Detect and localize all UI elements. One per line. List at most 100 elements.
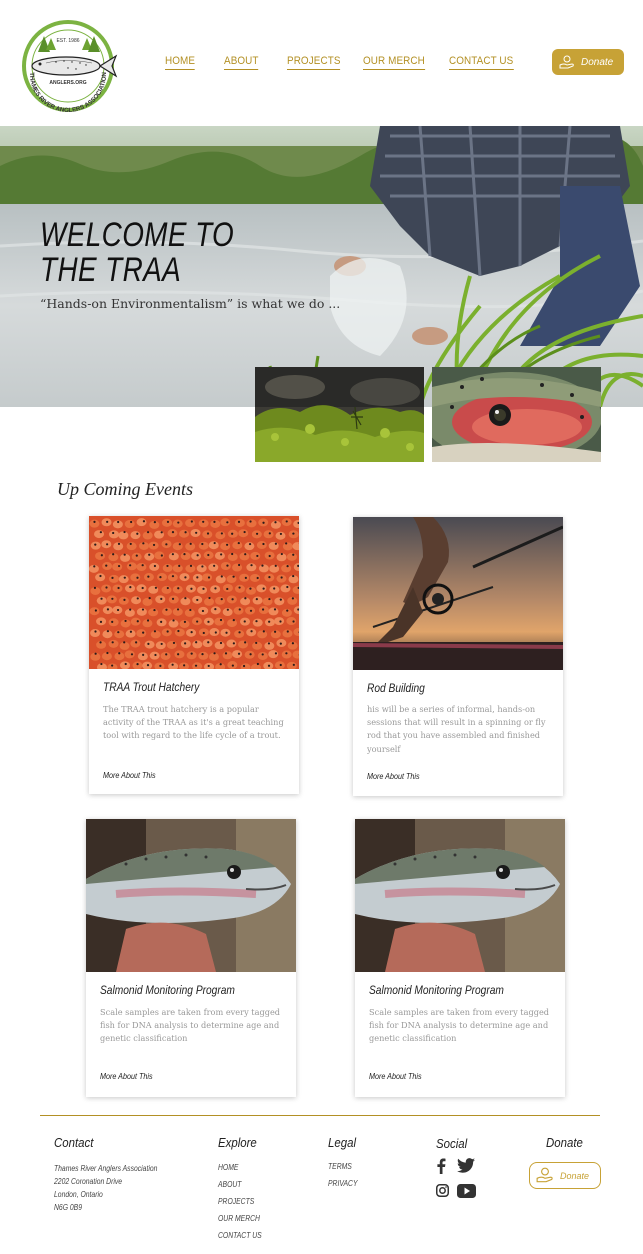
egg-eye-texture — [112, 531, 115, 535]
egg-eye-texture — [106, 543, 109, 546]
egg-texture — [238, 529, 249, 538]
twitter-icon[interactable] — [457, 1158, 475, 1173]
donate-label: Donate — [560, 1170, 590, 1181]
egg-eye-texture — [214, 608, 217, 611]
egg-texture — [257, 630, 268, 639]
egg-texture — [281, 564, 292, 573]
egg-texture — [144, 640, 155, 649]
egg-texture — [148, 585, 159, 594]
egg-eye-texture — [262, 521, 265, 524]
nav-projects[interactable]: PROJECTS — [287, 55, 341, 70]
more-about-link[interactable]: More About This — [103, 771, 156, 780]
egg-eye-texture — [117, 586, 120, 590]
egg-eye-texture — [238, 631, 241, 634]
facebook-icon[interactable] — [436, 1158, 446, 1174]
egg-eye-texture — [285, 542, 288, 545]
egg-texture — [269, 585, 280, 594]
event-card-salmonid-monitoring-1[interactable]: Salmonid Monitoring Program Scale sample… — [86, 819, 296, 1097]
footer-link-home[interactable]: HOME — [218, 1163, 238, 1172]
egg-eye-texture — [166, 564, 169, 568]
egg-eye-texture — [220, 553, 223, 556]
nav-our-merch[interactable]: OUR MERCH — [363, 55, 425, 70]
egg-eye-texture — [292, 574, 295, 578]
egg-eye-texture — [183, 553, 186, 556]
egg-eye-texture — [267, 664, 271, 667]
egg-eye-texture — [202, 631, 205, 635]
egg-eye-texture — [171, 597, 175, 600]
egg-texture — [198, 541, 209, 550]
egg-eye-texture — [112, 553, 115, 556]
more-about-link[interactable]: More About This — [369, 1072, 422, 1081]
egg-eye-texture — [176, 608, 180, 611]
egg-eye-texture — [279, 620, 282, 623]
egg-eye-texture — [273, 608, 277, 611]
egg-eye-texture — [178, 543, 181, 546]
more-about-link[interactable]: More About This — [100, 1072, 153, 1081]
egg-eye-texture — [206, 532, 210, 535]
egg-texture — [186, 651, 197, 660]
egg-eye-texture — [94, 652, 97, 655]
egg-eye-texture — [184, 642, 187, 645]
egg-eye-texture — [146, 664, 150, 667]
header-donate-button[interactable]: Donate — [552, 49, 624, 75]
egg-eye-texture — [262, 630, 265, 633]
moss-thumbnail[interactable] — [255, 367, 424, 462]
egg-texture — [112, 584, 123, 593]
egg-texture — [268, 541, 279, 550]
egg-eye-texture — [219, 618, 223, 622]
more-about-link[interactable]: More About This — [367, 772, 420, 781]
event-card-trout-hatchery[interactable]: TRAA Trout Hatchery The TRAA trout hatch… — [89, 516, 299, 794]
egg-eye-texture — [243, 620, 246, 623]
trout-thumbnail[interactable] — [432, 367, 601, 462]
egg-eye-texture — [219, 663, 222, 666]
egg-eye-texture — [202, 587, 205, 590]
egg-texture — [90, 629, 101, 638]
traa-logo[interactable]: EST. 1986 ANGLERS.ORG THAMES RIVER ANGLE… — [16, 18, 120, 114]
youtube-icon[interactable] — [457, 1184, 476, 1198]
footer-link-privacy[interactable]: PRIVACY — [328, 1179, 357, 1188]
egg-eye-texture — [189, 542, 192, 545]
egg-eye-texture — [136, 620, 139, 623]
footer-link-projects[interactable]: PROJECTS — [218, 1197, 254, 1206]
egg-eye-texture — [142, 520, 146, 523]
svg-text:ANGLERS.ORG: ANGLERS.ORG — [49, 80, 86, 86]
nav-contact-us[interactable]: CONTACT US — [449, 55, 514, 70]
egg-eye-texture — [136, 597, 139, 600]
egg-eye-texture — [129, 630, 133, 633]
egg-eye-texture — [93, 520, 96, 523]
egg-texture — [234, 518, 245, 527]
egg-eye-texture — [249, 653, 252, 656]
egg-eye-texture — [214, 587, 217, 590]
egg-eye-texture — [237, 520, 241, 523]
footer-link-terms[interactable]: TERMS — [328, 1162, 352, 1171]
egg-eye-texture — [190, 631, 193, 634]
egg-eye-texture — [190, 587, 193, 590]
egg-texture — [232, 650, 243, 659]
egg-eye-texture — [141, 564, 144, 567]
event-title: Salmonid Monitoring Program — [100, 983, 235, 997]
egg-texture — [215, 596, 226, 605]
egg-eye-texture — [160, 642, 163, 646]
egg-eye-texture — [214, 631, 217, 634]
footer-donate-button[interactable]: Donate — [529, 1162, 601, 1189]
egg-texture — [185, 519, 196, 528]
nav-home[interactable]: HOME — [165, 55, 196, 70]
egg-texture — [172, 585, 183, 594]
event-card-salmonid-monitoring-2[interactable]: Salmonid Monitoring Program Scale sample… — [355, 819, 565, 1097]
egg-texture — [246, 628, 257, 637]
footer-link-about[interactable]: ABOUT — [218, 1180, 241, 1189]
footer-link-our-merch[interactable]: OUR MERCH — [218, 1214, 260, 1223]
egg-eye-texture — [111, 641, 114, 644]
nav-about[interactable]: ABOUT — [224, 55, 259, 70]
trout-closeup-photo — [432, 367, 601, 462]
egg-texture — [167, 573, 178, 582]
egg-texture — [256, 541, 267, 550]
egg-texture — [95, 551, 106, 560]
event-card-rod-building[interactable]: Rod Building his will be a series of inf… — [353, 517, 563, 796]
egg-eye-texture — [94, 543, 97, 546]
instagram-icon[interactable] — [436, 1184, 449, 1197]
egg-eye-texture — [196, 598, 199, 602]
footer-link-contact-us[interactable]: CONTACT US — [218, 1231, 262, 1240]
egg-texture — [172, 542, 183, 551]
egg-eye-texture — [153, 521, 156, 524]
